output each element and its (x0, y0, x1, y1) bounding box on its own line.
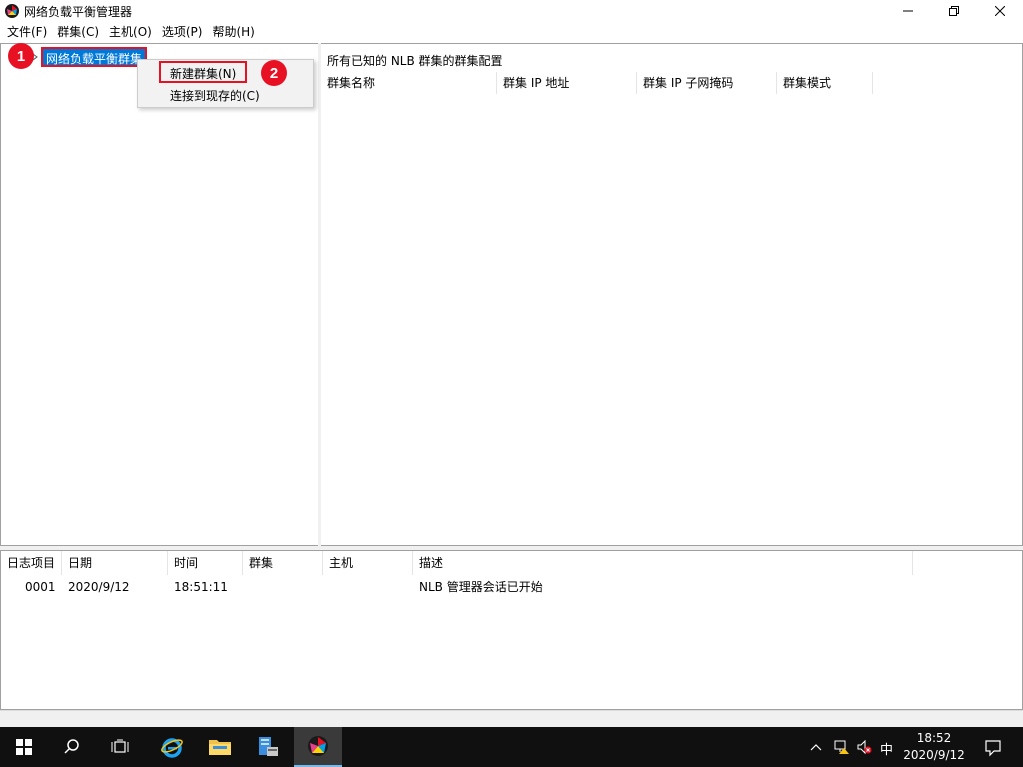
column-host[interactable]: 主机 (323, 551, 413, 575)
new-cluster-highlight (159, 61, 247, 83)
taskbar-server-manager[interactable] (244, 727, 292, 767)
ime-indicator[interactable]: 中 (880, 739, 893, 758)
log-entry-host (329, 577, 419, 597)
taskbar: 中 18:52 2020/9/12 (0, 727, 1023, 767)
column-log-entry[interactable]: 日志项目 (1, 551, 62, 575)
network-warning-icon[interactable] (834, 739, 850, 755)
minimize-button[interactable] (885, 0, 931, 22)
pane-header: 所有已知的 NLB 群集的群集配置 (327, 54, 503, 68)
title-bar: 网络负载平衡管理器 (0, 0, 1023, 22)
task-view-icon (111, 739, 129, 753)
taskbar-file-explorer[interactable] (196, 727, 244, 767)
menu-bar: 文件(F) 群集(C) 主机(O) 选项(P) 帮助(H) (0, 22, 1023, 42)
server-manager-icon (259, 737, 278, 756)
log-entry-cluster (249, 577, 329, 597)
log-entry-id: 0001 (25, 580, 56, 594)
nlb-app-icon (5, 4, 19, 18)
cluster-config-pane: 所有已知的 NLB 群集的群集配置 群集名称 群集 IP 地址 群集 IP 子网… (320, 43, 1023, 546)
tray-overflow-chevron-icon[interactable] (808, 739, 824, 755)
log-entry-date: 2020/9/12 (68, 580, 130, 594)
column-cluster[interactable]: 群集 (243, 551, 323, 575)
menu-file[interactable]: 文件(F) (2, 22, 52, 42)
windows-logo-icon (16, 739, 32, 755)
log-row[interactable]: 0001 2020/9/12 18:51:11 NLB 管理器会话已开始 (1, 577, 719, 597)
column-description[interactable]: 描述 (413, 551, 913, 575)
taskbar-clock[interactable]: 18:52 2020/9/12 (900, 730, 968, 764)
start-button[interactable] (0, 727, 48, 767)
menu-cluster[interactable]: 群集(C) (52, 22, 104, 42)
clock-date: 2020/9/12 (903, 748, 965, 762)
notification-center-icon[interactable] (984, 739, 1002, 757)
log-column-headers: 日志项目 日期 时间 群集 主机 描述 (1, 551, 913, 575)
tree-pane: 网络负载平衡群集 (0, 43, 319, 546)
log-entry-time: 18:51:11 (174, 580, 228, 594)
log-pane: 日志项目 日期 时间 群集 主机 描述 0001 2020/9/12 18:51… (0, 550, 1023, 710)
close-icon (995, 6, 1005, 16)
internet-explorer-icon (161, 738, 183, 758)
menu-options[interactable]: 选项(P) (157, 22, 208, 42)
column-cluster-subnet[interactable]: 群集 IP 子网掩码 (637, 72, 777, 94)
column-date[interactable]: 日期 (62, 551, 168, 575)
menu-help[interactable]: 帮助(H) (207, 22, 259, 42)
vertical-splitter[interactable] (318, 43, 321, 546)
restore-icon (949, 6, 959, 16)
search-button[interactable] (48, 727, 96, 767)
nlb-manager-icon (308, 736, 328, 756)
status-bar (0, 710, 1023, 727)
column-cluster-name[interactable]: 群集名称 (321, 72, 497, 94)
taskbar-ie[interactable] (148, 727, 196, 767)
window-title: 网络负载平衡管理器 (24, 5, 133, 19)
close-button[interactable] (977, 0, 1023, 22)
task-view-button[interactable] (96, 727, 144, 767)
column-cluster-mode[interactable]: 群集模式 (777, 72, 873, 94)
volume-muted-icon[interactable] (856, 739, 872, 755)
clock-time: 18:52 (916, 731, 952, 745)
context-connect-existing[interactable]: 连接到现存的(C) (138, 85, 313, 107)
menu-host[interactable]: 主机(O) (104, 22, 157, 42)
tree-item-nlb-clusters[interactable]: 网络负载平衡群集 (41, 47, 148, 67)
taskbar-nlb-manager[interactable] (294, 727, 342, 767)
restore-button[interactable] (931, 0, 977, 22)
cluster-column-headers: 群集名称 群集 IP 地址 群集 IP 子网掩码 群集模式 (321, 72, 873, 94)
folder-icon (209, 740, 231, 755)
step-badge-2: 2 (261, 60, 287, 86)
minimize-icon (903, 10, 913, 12)
column-cluster-ip[interactable]: 群集 IP 地址 (497, 72, 637, 94)
search-icon (64, 739, 79, 754)
log-entry-description: NLB 管理器会话已开始 (419, 580, 543, 594)
column-time[interactable]: 时间 (168, 551, 243, 575)
step-badge-1: 1 (8, 43, 34, 69)
